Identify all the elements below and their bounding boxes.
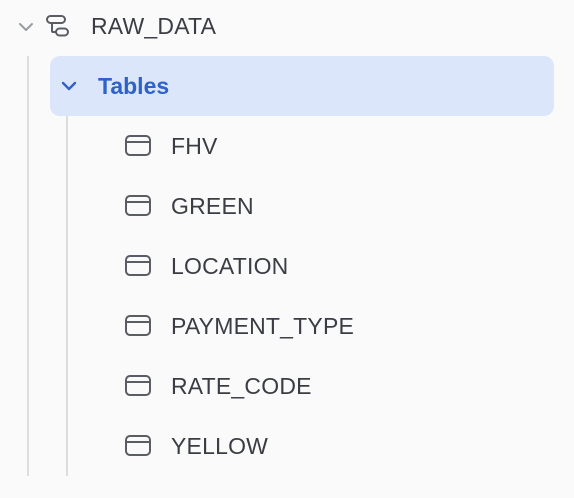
schema-label: RAW_DATA [91, 13, 217, 39]
table-icon [124, 374, 152, 398]
tree-guide-line [27, 56, 29, 476]
table-row-green[interactable]: GREEN [90, 176, 554, 236]
folder-row-tables[interactable]: Tables [50, 56, 554, 116]
table-row-yellow[interactable]: YELLOW [90, 416, 554, 476]
table-label: GREEN [171, 193, 254, 219]
table-row-location[interactable]: LOCATION [90, 236, 554, 296]
table-label: LOCATION [171, 253, 289, 279]
table-row-fhv[interactable]: FHV [90, 116, 554, 176]
schema-icon [44, 12, 72, 40]
table-row-rate-code[interactable]: RATE_CODE [90, 356, 554, 416]
table-icon [124, 314, 152, 338]
chevron-down-icon[interactable] [16, 17, 36, 37]
table-icon [124, 194, 152, 218]
table-icon [124, 434, 152, 458]
table-label: FHV [171, 133, 218, 159]
table-icon [124, 134, 152, 158]
table-row-payment-type[interactable]: PAYMENT_TYPE [90, 296, 554, 356]
folder-label: Tables [98, 73, 170, 99]
schema-row-raw-data[interactable]: RAW_DATA [0, 0, 574, 54]
object-explorer-tree: RAW_DATA Tables FHV GREEN LOCATION PAYME… [0, 0, 574, 498]
table-label: YELLOW [171, 433, 269, 459]
tree-guide-line [66, 116, 68, 476]
table-label: RATE_CODE [171, 373, 312, 399]
table-label: PAYMENT_TYPE [171, 313, 355, 339]
chevron-down-icon[interactable] [59, 76, 79, 96]
table-icon [124, 254, 152, 278]
